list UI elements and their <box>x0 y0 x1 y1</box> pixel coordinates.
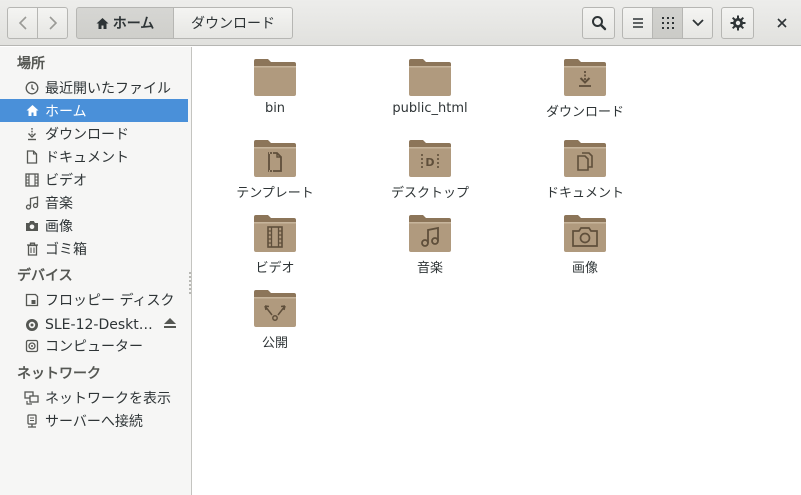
sidebar-item-label: ドキュメント <box>45 149 129 166</box>
sidebar-item-label: ダウンロード <box>45 126 129 143</box>
floppy-icon <box>24 292 40 308</box>
grid-icon <box>661 17 674 29</box>
recent-icon <box>24 80 40 96</box>
forward-button[interactable] <box>37 7 68 39</box>
chevron-left-icon <box>18 16 27 30</box>
file-name: 音楽 <box>416 261 443 276</box>
file-item-bin[interactable]: bin <box>215 57 335 116</box>
back-button[interactable] <box>7 7 38 39</box>
path-button-downloads[interactable]: ダウンロード <box>173 7 293 39</box>
path-downloads-label: ダウンロード <box>191 16 275 32</box>
home-icon <box>24 103 40 119</box>
music-icon <box>24 195 40 211</box>
sidebar-item-label: コンピューター <box>45 338 143 355</box>
search-icon <box>591 16 606 31</box>
sidebar-item-floppy[interactable]: フロッピー ディスク <box>0 288 188 311</box>
sidebar-item-label: 画像 <box>45 218 73 235</box>
sidebar-item-downloads[interactable]: ダウンロード <box>0 122 188 145</box>
list-icon <box>632 18 643 28</box>
file-name: public_html <box>392 101 468 116</box>
server-icon <box>24 413 40 429</box>
folder-pictures-icon <box>564 215 606 252</box>
file-view: bin public_html ダウンロード テンプレート D デスクトップ ド… <box>193 47 801 495</box>
sidebar-item-label: ビデオ <box>45 172 87 189</box>
folder-share-icon <box>254 290 296 327</box>
file-item-desktop[interactable]: D デスクトップ <box>370 138 490 201</box>
close-button[interactable] <box>768 7 796 39</box>
sidebar: 場所 最近開いたファイル ホーム ダウンロード ドキュメント ビデオ 音楽 画像… <box>0 47 192 495</box>
sidebar-item-label: ゴミ箱 <box>45 241 87 258</box>
sidebar-item-connect-server[interactable]: サーバーへ接続 <box>0 409 188 432</box>
sidebar-item-label: 最近開いたファイル <box>45 80 171 97</box>
sidebar-section-network: ネットワーク <box>17 366 101 382</box>
file-name: ドキュメント <box>545 186 624 201</box>
folder-download-icon <box>564 59 606 96</box>
file-item-public[interactable]: 公開 <box>215 288 335 351</box>
sidebar-item-trash[interactable]: ゴミ箱 <box>0 237 188 260</box>
file-name: ビデオ <box>255 261 295 276</box>
disc-icon <box>24 317 40 333</box>
path-home-label: ホーム <box>112 16 155 32</box>
document-icon <box>24 149 40 165</box>
sidebar-item-videos[interactable]: ビデオ <box>0 168 188 191</box>
file-item-templates[interactable]: テンプレート <box>215 138 335 201</box>
file-name: bin <box>264 101 286 116</box>
folder-documents-icon <box>564 140 606 177</box>
sidebar-section-devices: デバイス <box>17 268 73 284</box>
folder-icon <box>409 59 451 96</box>
file-item-videos[interactable]: ビデオ <box>215 213 335 276</box>
sidebar-item-label: ホーム <box>45 103 87 120</box>
computer-icon <box>24 338 40 354</box>
header-bar: ホーム ダウンロード <box>0 0 801 46</box>
menu-button[interactable] <box>721 7 754 39</box>
sidebar-item-computer[interactable]: コンピューター <box>0 334 188 357</box>
close-icon <box>777 18 787 28</box>
file-name: 画像 <box>571 261 598 276</box>
sidebar-item-label: サーバーへ接続 <box>45 413 143 430</box>
file-item-music[interactable]: 音楽 <box>370 213 490 276</box>
file-item-downloads[interactable]: ダウンロード <box>525 57 645 120</box>
chevron-right-icon <box>48 16 57 30</box>
file-name: テンプレート <box>236 186 314 201</box>
sidebar-item-label: ネットワークを表示 <box>45 390 171 407</box>
view-options-button[interactable] <box>682 7 713 39</box>
file-name: ダウンロード <box>545 105 624 120</box>
sidebar-item-disc[interactable]: SLE-12-Deskt… <box>0 313 188 336</box>
sidebar-item-pictures[interactable]: 画像 <box>0 214 188 237</box>
folder-music-icon <box>409 215 451 252</box>
svg-text:D: D <box>425 156 434 169</box>
sidebar-section-places: 場所 <box>17 56 45 72</box>
search-button[interactable] <box>582 7 615 39</box>
sidebar-item-label: SLE-12-Deskt… <box>45 316 153 333</box>
folder-icon <box>254 59 296 96</box>
video-icon <box>24 172 40 188</box>
sidebar-item-browse-network[interactable]: ネットワークを表示 <box>0 386 188 409</box>
sidebar-item-music[interactable]: 音楽 <box>0 191 188 214</box>
sidebar-item-documents[interactable]: ドキュメント <box>0 145 188 168</box>
sidebar-item-recent[interactable]: 最近開いたファイル <box>0 76 188 99</box>
network-icon <box>24 390 40 406</box>
folder-desktop-icon: D <box>409 140 451 177</box>
list-view-button[interactable] <box>622 7 653 39</box>
folder-videos-icon <box>254 215 296 252</box>
path-button-home[interactable]: ホーム <box>76 7 174 39</box>
file-name: デスクトップ <box>390 186 469 201</box>
file-item-public-html[interactable]: public_html <box>370 57 490 116</box>
trash-icon <box>24 241 40 257</box>
home-icon <box>96 17 109 29</box>
file-item-pictures[interactable]: 画像 <box>525 213 645 276</box>
download-icon <box>24 126 40 142</box>
grid-view-button[interactable] <box>652 7 683 39</box>
file-name: 公開 <box>261 336 288 351</box>
folder-templates-icon <box>254 140 296 177</box>
gear-icon <box>730 15 745 31</box>
file-item-documents[interactable]: ドキュメント <box>525 138 645 201</box>
sidebar-item-label: フロッピー ディスク <box>45 292 175 309</box>
sidebar-item-label: 音楽 <box>45 195 73 212</box>
eject-icon[interactable] <box>163 317 177 333</box>
sidebar-item-home[interactable]: ホーム <box>0 99 188 122</box>
sidebar-resize-handle[interactable] <box>189 272 191 296</box>
chevron-down-icon <box>691 19 704 27</box>
camera-icon <box>24 218 40 234</box>
